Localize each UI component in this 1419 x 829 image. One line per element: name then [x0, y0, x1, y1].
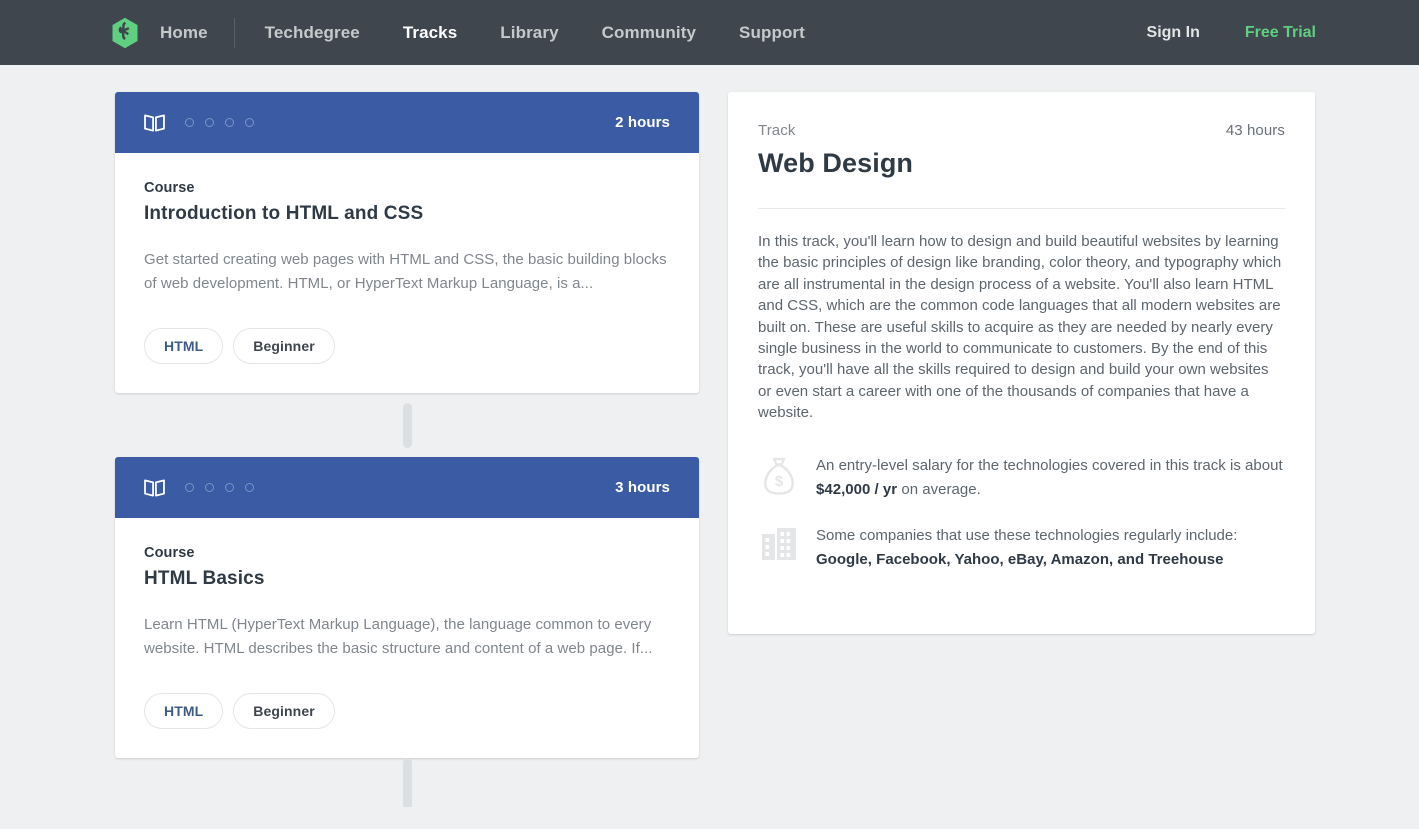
salary-suffix: on average.: [897, 481, 981, 498]
course-connector: [115, 758, 699, 807]
track-fact-companies-text: Some companies that use these technologi…: [816, 524, 1285, 572]
track-fact-salary: $ An entry-level salary for the technolo…: [758, 454, 1285, 502]
salary-amount: $42,000 / yr: [816, 481, 897, 498]
course-duration: 3 hours: [615, 479, 670, 496]
track-detail-column: Track 43 hours Web Design In this track,…: [728, 92, 1315, 634]
stage-dot: [245, 483, 254, 492]
track-facts: $ An entry-level salary for the technolo…: [758, 454, 1285, 572]
buildings-glyph: [760, 526, 798, 562]
course-description: Learn HTML (HyperText Markup Language), …: [144, 613, 670, 661]
tag-beginner[interactable]: Beginner: [233, 328, 334, 364]
course-kicker: Course: [144, 545, 670, 561]
stage-dot: [225, 118, 234, 127]
nav-left-group: Home Techdegree Tracks Library Community…: [110, 0, 805, 65]
top-navigation-bar: Home Techdegree Tracks Library Community…: [0, 0, 1419, 65]
tag-beginner[interactable]: Beginner: [233, 693, 334, 729]
tag-html[interactable]: HTML: [144, 328, 223, 364]
stage-dot: [185, 483, 194, 492]
track-title: Web Design: [758, 148, 1285, 179]
treehouse-logo-icon[interactable]: [110, 17, 160, 49]
course-title: HTML Basics: [144, 568, 670, 590]
nav-links-group: Techdegree Tracks Library Community Supp…: [265, 23, 805, 43]
companies-names: Google, Facebook, Yahoo, eBay, Amazon, a…: [816, 551, 1224, 568]
stage-dot: [225, 483, 234, 492]
course-description: Get started creating web pages with HTML…: [144, 248, 670, 296]
course-card-body: Course HTML Basics Learn HTML (HyperText…: [115, 518, 699, 758]
track-fact-companies: Some companies that use these technologi…: [758, 524, 1285, 572]
nav-item-home[interactable]: Home: [160, 23, 208, 43]
buildings-icon: [758, 526, 800, 568]
nav-item-library[interactable]: Library: [500, 23, 558, 43]
course-card-header: 3 hours: [115, 457, 699, 518]
treehouse-logo-glyph: [110, 17, 140, 49]
track-header: Track 43 hours: [758, 122, 1285, 139]
nav-item-techdegree[interactable]: Techdegree: [265, 23, 360, 43]
money-bag-icon: $: [758, 456, 800, 498]
stage-dot: [185, 118, 194, 127]
course-card[interactable]: 3 hours Course HTML Basics Learn HTML (H…: [115, 457, 699, 758]
course-duration: 2 hours: [615, 114, 670, 131]
track-fact-salary-text: An entry-level salary for the technologi…: [816, 454, 1285, 502]
course-stage-dots: [185, 118, 254, 127]
course-card-header: 2 hours: [115, 92, 699, 153]
book-icon: [144, 479, 165, 497]
course-tags: HTML Beginner: [144, 328, 670, 364]
course-connector: [115, 393, 699, 457]
book-icon: [144, 114, 165, 132]
nav-right-group: Sign In Free Trial: [1147, 24, 1316, 42]
stage-dot: [205, 483, 214, 492]
money-bag-glyph: $: [761, 456, 797, 496]
sign-in-link[interactable]: Sign In: [1147, 24, 1200, 42]
nav-item-community[interactable]: Community: [602, 23, 696, 43]
course-card[interactable]: 2 hours Course Introduction to HTML and …: [115, 92, 699, 393]
free-trial-link[interactable]: Free Trial: [1245, 24, 1316, 42]
connector-bar: [403, 758, 412, 807]
course-tags: HTML Beginner: [144, 693, 670, 729]
track-divider: [758, 208, 1285, 209]
course-stage-dots: [185, 483, 254, 492]
connector-bar: [403, 403, 412, 448]
course-title: Introduction to HTML and CSS: [144, 203, 670, 225]
stage-dot: [205, 118, 214, 127]
nav-item-tracks[interactable]: Tracks: [403, 23, 457, 43]
course-card-body: Course Introduction to HTML and CSS Get …: [115, 153, 699, 393]
track-kicker: Track: [758, 122, 795, 139]
course-kicker: Course: [144, 180, 670, 196]
salary-prefix: An entry-level salary for the technologi…: [816, 457, 1283, 474]
course-list-column: 2 hours Course Introduction to HTML and …: [115, 92, 699, 807]
nav-item-support[interactable]: Support: [739, 23, 805, 43]
track-duration: 43 hours: [1226, 122, 1285, 139]
track-description: In this track, you'll learn how to desig…: [758, 231, 1285, 424]
tag-html[interactable]: HTML: [144, 693, 223, 729]
nav-divider: [234, 18, 235, 48]
stage-dot: [245, 118, 254, 127]
svg-text:$: $: [775, 473, 784, 490]
track-panel: Track 43 hours Web Design In this track,…: [728, 92, 1315, 634]
page-content: 2 hours Course Introduction to HTML and …: [0, 65, 1419, 807]
companies-prefix: Some companies that use these technologi…: [816, 527, 1237, 544]
